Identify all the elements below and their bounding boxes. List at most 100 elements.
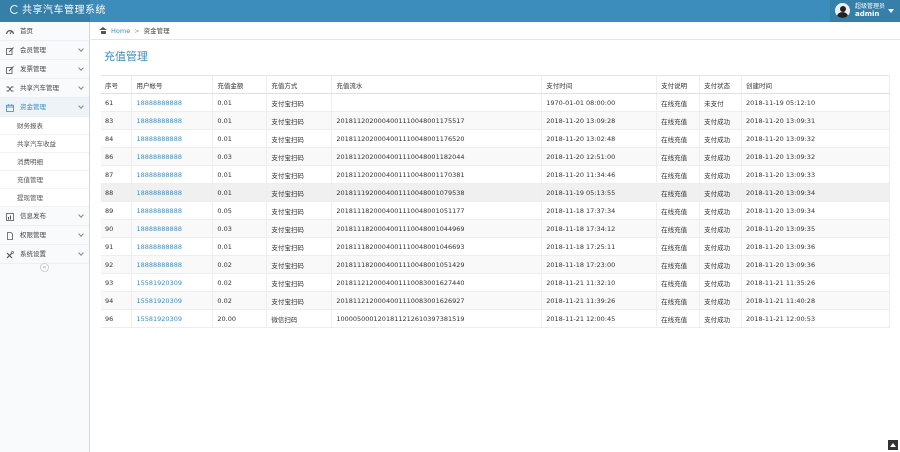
- column-header: 支付时间: [541, 75, 658, 94]
- sidebar-item-invoices[interactable]: 发票管理: [0, 60, 89, 79]
- table-cell: 在线充值: [656, 165, 701, 184]
- table-cell: 91: [101, 237, 133, 256]
- table-header-row: 序号 用户帐号 充值金额 充值方式 充值流水 支付时间 支付说明 支付状态 创建…: [101, 75, 890, 94]
- back-to-top-button[interactable]: [888, 440, 898, 450]
- table-row: 88 18888888888 0.01 支付宝扫码 201811192000400111…: [101, 183, 890, 202]
- user-menu[interactable]: 超级管理员 admin: [830, 0, 900, 22]
- sidebar-item-permissions[interactable]: 权限管理: [0, 226, 89, 245]
- edit-icon: [6, 46, 14, 55]
- sidebar-subitem-recharge[interactable]: 充值管理: [0, 171, 89, 189]
- table-cell: 在线充值: [656, 201, 701, 220]
- table-row: 87 18888888888 0.01 支付宝扫码 201811202000400111…: [101, 165, 890, 184]
- sidebar-item-news[interactable]: 信息发布: [0, 207, 89, 226]
- sidebar-item-settings[interactable]: 系统设置: [0, 245, 89, 264]
- table-row: 83 18888888888 0.01 支付宝扫码 201811202000400111…: [101, 111, 890, 130]
- table-cell: 在线充值: [656, 129, 701, 148]
- main-content: Home > 资金管理 充值管理 序号 用户帐号 充值金额 充值方式 充值流水 支付…: [91, 22, 900, 452]
- user-account-link[interactable]: 18888888888: [131, 237, 214, 256]
- table-cell: 在线充值: [656, 273, 701, 292]
- table-cell: 支付成功: [699, 201, 743, 220]
- table-cell: 86: [101, 147, 133, 166]
- sidebar-item-home[interactable]: 首页: [0, 22, 89, 41]
- table-cell: 在线充值: [656, 291, 701, 310]
- table-cell: 61: [101, 93, 133, 112]
- table-cell: 2018-11-18 17:37:34: [541, 201, 658, 220]
- table-cell: 在线充值: [656, 93, 701, 112]
- chevron-down-icon: [78, 212, 84, 218]
- sidebar-subitem-withdraw[interactable]: 提现管理: [0, 189, 89, 207]
- table-cell: 支付宝扫码: [266, 93, 333, 112]
- table-cell: 支付成功: [699, 273, 743, 292]
- user-name: admin: [855, 10, 880, 18]
- sidebar-item-members[interactable]: 会员管理: [0, 41, 89, 60]
- column-header: 充值金额: [212, 75, 268, 94]
- table-cell: 1000050001201811212610397381519: [331, 309, 543, 328]
- table-cell: 0.03: [212, 147, 268, 166]
- table-cell: 在线充值: [656, 147, 701, 166]
- table-cell: 支付宝扫码: [266, 129, 333, 148]
- brand[interactable]: 共享汽车管理系统: [0, 0, 106, 22]
- sidebar-item-label: 系统设置: [20, 250, 46, 258]
- column-header: 充值流水: [331, 75, 543, 94]
- user-account-link[interactable]: 15581920309: [131, 309, 214, 328]
- table-cell: 2018111820004001110048001044969: [331, 219, 543, 238]
- table-cell: 2018111820004001110048001051177: [331, 201, 543, 220]
- sidebar-item-cars[interactable]: 共享汽车管理: [0, 79, 89, 98]
- chevron-left-icon: «: [42, 264, 47, 271]
- table-cell: 0.03: [212, 219, 268, 238]
- table-row: 91 18888888888 0.01 支付宝扫码 201811182000400111…: [101, 237, 890, 256]
- user-account-link[interactable]: 18888888888: [131, 93, 214, 112]
- sidebar-item-finance[interactable]: 资金管理: [0, 98, 89, 117]
- table-cell: 2018-11-20 13:02:48: [541, 129, 658, 148]
- sidebar-subitem-financial-report[interactable]: 财务报表: [0, 117, 89, 135]
- table-cell: [331, 93, 543, 112]
- table-cell: 支付宝扫码: [266, 255, 333, 274]
- table-cell: 2018112020004001110048001175517: [331, 111, 543, 130]
- table-cell: 94: [101, 291, 133, 310]
- table-cell: 在线充值: [656, 309, 701, 328]
- table-cell: 2018112120004001110083001626927: [331, 291, 543, 310]
- file-icon: [7, 231, 13, 240]
- table-cell: 支付宝扫码: [266, 237, 333, 256]
- sidebar-subitem-consumption[interactable]: 消费明细: [0, 153, 89, 171]
- user-account-link[interactable]: 18888888888: [131, 111, 214, 130]
- edit-icon: [6, 65, 14, 74]
- table-cell: 2018-11-19 05:13:55: [541, 183, 658, 202]
- table-cell: 0.02: [212, 273, 268, 292]
- table-row: 84 18888888888 0.01 支付宝扫码 201811202000400111…: [101, 129, 890, 148]
- user-account-link[interactable]: 18888888888: [131, 165, 214, 184]
- breadcrumb: Home > 资金管理: [91, 22, 900, 40]
- table-cell: 88: [101, 183, 133, 202]
- table-cell: 96: [101, 309, 133, 328]
- sidebar-collapse-button[interactable]: «: [40, 263, 49, 272]
- sidebar-item-label: 首页: [20, 27, 33, 35]
- table-cell: 2018112020004001110048001182044: [331, 147, 543, 166]
- user-account-link[interactable]: 18888888888: [131, 183, 214, 202]
- table-cell: 84: [101, 129, 133, 148]
- user-account-link[interactable]: 18888888888: [131, 129, 214, 148]
- sidebar-item-label: 信息发布: [20, 212, 46, 220]
- user-account-link[interactable]: 18888888888: [131, 255, 214, 274]
- chevron-down-icon: [78, 231, 84, 237]
- sidebar-subitem-car-revenue[interactable]: 共享汽车收益: [0, 135, 89, 153]
- user-account-link[interactable]: 18888888888: [131, 147, 214, 166]
- table-cell: 0.02: [212, 255, 268, 274]
- table-cell: 2018-11-20 13:09:28: [541, 111, 658, 130]
- user-account-link[interactable]: 15581920309: [131, 273, 214, 292]
- table-cell: 支付成功: [699, 309, 743, 328]
- table-cell: 2018-11-20 13:09:31: [741, 111, 890, 130]
- table-cell: 2018-11-21 11:35:26: [741, 273, 890, 292]
- table-cell: 支付成功: [699, 165, 743, 184]
- table-cell: 1970-01-01 08:00:00: [541, 93, 658, 112]
- table-cell: 0.01: [212, 237, 268, 256]
- home-icon: [99, 27, 107, 34]
- user-account-link[interactable]: 15581920309: [131, 291, 214, 310]
- breadcrumb-home-link[interactable]: Home: [111, 27, 130, 35]
- table-cell: 2018-11-20 11:34:46: [541, 165, 658, 184]
- user-account-link[interactable]: 18888888888: [131, 219, 214, 238]
- user-account-link[interactable]: 18888888888: [131, 201, 214, 220]
- column-header: 支付状态: [699, 75, 743, 94]
- chevron-down-icon[interactable]: [888, 9, 894, 13]
- breadcrumb-separator: >: [134, 27, 140, 35]
- table-cell: 2018112020004001110048001170381: [331, 165, 543, 184]
